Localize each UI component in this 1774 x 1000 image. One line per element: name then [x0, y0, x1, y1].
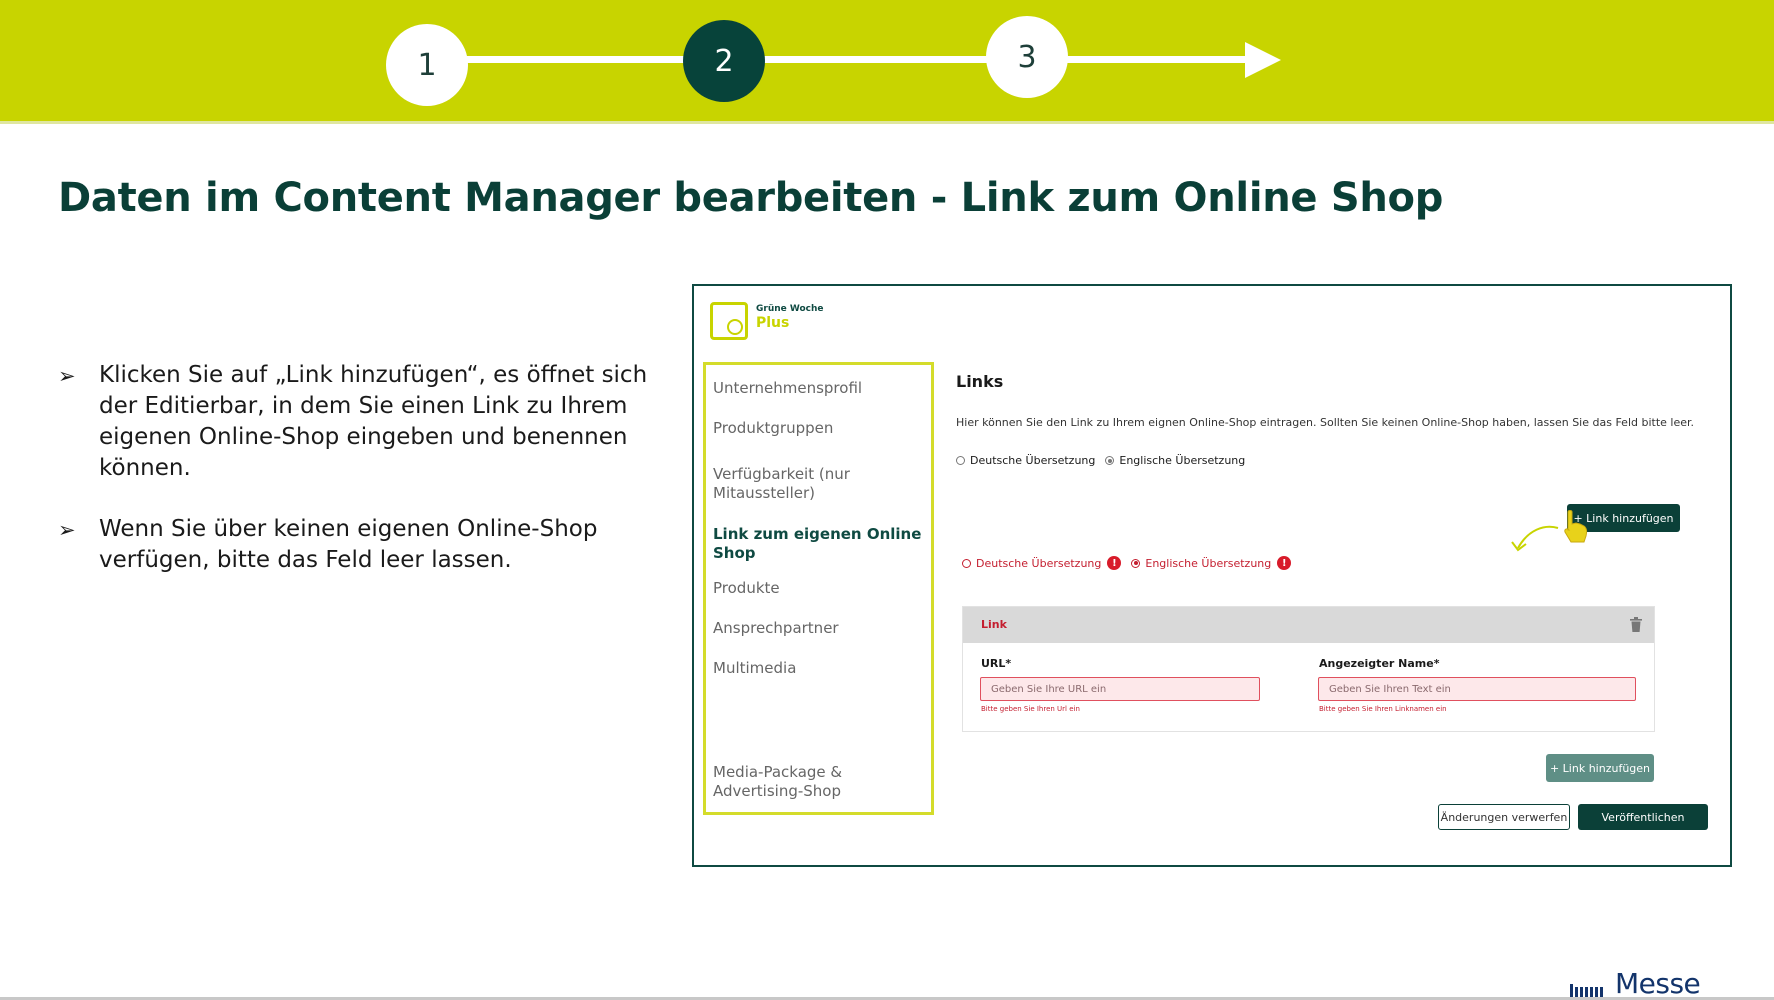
sidebar-item-online-shop[interactable]: Link zum eigenen Online Shop: [713, 525, 928, 563]
name-label: Angezeigter Name*: [1319, 657, 1440, 670]
logo-icon: [710, 302, 748, 340]
sidebar-item-media-package[interactable]: Media-Package & Advertising-Shop: [713, 763, 928, 801]
sidebar-item-unternehmensprofil[interactable]: Unternehmensprofil: [713, 379, 928, 398]
url-label: URL*: [981, 657, 1012, 670]
messe-berlin-logo: Messe Berlin: [1570, 967, 1774, 1000]
radio-german-label: Deutsche Übersetzung: [970, 454, 1096, 467]
step-2-active: 2: [683, 20, 765, 102]
band-divider: [0, 121, 1774, 124]
step-1: 1: [386, 24, 468, 106]
arrow-bullet-icon: ➢: [58, 364, 76, 388]
discard-changes-button[interactable]: Änderungen verwerfen: [1438, 804, 1570, 830]
messe-berlin-text: Messe Berlin: [1615, 967, 1701, 1000]
instruction-text: Wenn Sie über keinen eigenen Online-Shop…: [99, 516, 598, 573]
link-card-header: Link: [963, 607, 1654, 643]
slide-title: Daten im Content Manager bearbeiten - Li…: [58, 175, 1444, 221]
section-description: Hier können Sie den Link zu Ihrem eignen…: [956, 416, 1695, 429]
app-logo: Grüne Woche Plus: [710, 302, 824, 340]
progress-track: [1065, 56, 1250, 63]
radio-german-label: Deutsche Übersetzung: [976, 556, 1102, 570]
sidebar-item-multimedia[interactable]: Multimedia: [713, 659, 928, 678]
logo-small-text: Grüne Woche: [756, 304, 824, 314]
pointer-hand-icon: [1564, 510, 1588, 543]
link-card: Link URL* Geben Sie Ihre URL ein Bitte g…: [962, 606, 1655, 732]
logo-big-text: Plus: [756, 315, 790, 331]
instruction-item: ➢ Klicken Sie auf „Link hinzufügen“, es …: [58, 360, 678, 484]
publish-button[interactable]: Veröffentlichen: [1578, 804, 1708, 830]
display-name-input[interactable]: Geben Sie Ihren Text ein: [1318, 677, 1636, 701]
step-3: 3: [986, 16, 1068, 98]
language-selector-error: Deutsche Übersetzung ! Englische Überset…: [962, 556, 1301, 570]
progress-track: [760, 56, 990, 63]
section-title: Links: [956, 372, 1004, 391]
warning-icon: !: [1277, 556, 1292, 570]
trash-icon[interactable]: [1630, 617, 1642, 632]
sidebar-item-ansprechpartner[interactable]: Ansprechpartner: [713, 619, 928, 638]
radio-english[interactable]: [1131, 558, 1141, 568]
link-card-title: Link: [981, 618, 1007, 631]
url-error-hint: Bitte geben Sie Ihren Url ein: [981, 705, 1080, 713]
language-selector: Deutsche Übersetzung Englische Übersetzu…: [956, 454, 1255, 467]
progress-arrow-icon: [1245, 42, 1281, 78]
warning-icon: !: [1107, 556, 1122, 570]
app-screenshot: Grüne Woche Plus Unternehmensprofil Prod…: [692, 284, 1732, 867]
instruction-list: ➢ Klicken Sie auf „Link hinzufügen“, es …: [58, 360, 678, 606]
radio-german[interactable]: [962, 558, 971, 568]
radio-english-label: Englische Übersetzung: [1119, 454, 1246, 467]
name-error-hint: Bitte geben Sie Ihren Linknamen ein: [1319, 705, 1447, 713]
radio-english[interactable]: [1105, 456, 1115, 465]
radio-english-label: Englische Übersetzung: [1145, 556, 1272, 570]
sidebar-item-produktgruppen[interactable]: Produktgruppen: [713, 419, 928, 438]
curved-arrow-icon: [1511, 525, 1559, 552]
progress-track: [428, 56, 698, 63]
url-input[interactable]: Geben Sie Ihre URL ein: [980, 677, 1260, 701]
instruction-item: ➢ Wenn Sie über keinen eigenen Online-Sh…: [58, 514, 678, 576]
instruction-text: Klicken Sie auf „Link hinzufügen“, es öf…: [99, 362, 648, 481]
arrow-bullet-icon: ➢: [58, 518, 76, 542]
add-link-button-secondary[interactable]: + Link hinzufügen: [1546, 754, 1654, 782]
sidebar-nav: Unternehmensprofil Produktgruppen Verfüg…: [703, 362, 934, 815]
sidebar-item-produkte[interactable]: Produkte: [713, 579, 928, 598]
sidebar-item-verfuegbarkeit[interactable]: Verfügbarkeit (nur Mitaussteller): [713, 465, 928, 503]
radio-german[interactable]: [956, 456, 965, 465]
